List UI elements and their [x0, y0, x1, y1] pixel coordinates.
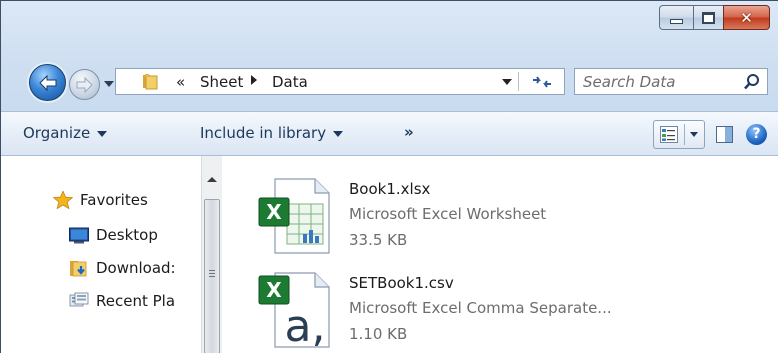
nav-item-favorites[interactable]: Favorites [53, 191, 148, 209]
view-divider [684, 124, 685, 145]
file-type: Microsoft Excel Worksheet [349, 205, 547, 223]
nav-item-desktop[interactable]: Desktop [69, 226, 158, 244]
search-input[interactable] [583, 71, 733, 92]
excel-csv-icon: a, X [258, 272, 330, 350]
refresh-icon [533, 75, 551, 88]
nav-pane-scrollbar[interactable] [201, 156, 222, 353]
grip-line [209, 270, 215, 271]
search-box[interactable] [574, 68, 768, 95]
nav-item-downloads[interactable]: Download: [69, 259, 176, 277]
include-in-library-label: Include in library [200, 124, 327, 142]
maximize-button[interactable] [693, 5, 723, 30]
file-name: SETBook1.csv [349, 274, 454, 292]
file-item-book1-xlsx[interactable]: X Book1.xlsx Microsoft Excel Worksheet 3… [257, 176, 757, 256]
view-options-dropdown[interactable] [690, 132, 698, 137]
nav-item-label: Desktop [96, 226, 158, 244]
navigation-pane: Favorites Desktop Download: Recent Pla [1, 156, 201, 353]
desktop-icon [69, 227, 89, 244]
refresh-button[interactable] [524, 71, 560, 92]
recent-places-icon [69, 292, 89, 307]
address-divider [518, 72, 519, 91]
file-size: 33.5 KB [349, 231, 408, 249]
more-commands-button[interactable]: » [404, 123, 414, 141]
breadcrumb-data[interactable]: Data [272, 73, 308, 91]
address-history-dropdown[interactable] [502, 79, 512, 85]
nav-item-label: Download: [96, 259, 176, 277]
file-name: Book1.xlsx [349, 180, 431, 198]
chevron-down-icon [97, 131, 108, 137]
forward-button[interactable] [69, 69, 100, 100]
maximize-icon [702, 11, 715, 24]
grip-line [209, 276, 215, 277]
file-list: X Book1.xlsx Microsoft Excel Worksheet 3… [227, 156, 778, 353]
file-size: 1.10 KB [349, 325, 408, 343]
recent-pages-dropdown[interactable] [104, 81, 114, 87]
command-bar: Organize Include in library » ? [1, 111, 778, 156]
back-button[interactable] [29, 64, 66, 101]
file-type: Microsoft Excel Comma Separate... [349, 299, 612, 317]
include-in-library-button[interactable]: Include in library [200, 124, 344, 142]
grip-line [209, 273, 215, 274]
caption-buttons: ✕ [659, 5, 770, 34]
organize-label: Organize [23, 124, 91, 142]
breadcrumb-chevron-icon[interactable] [251, 75, 257, 85]
downloads-folder-icon [70, 261, 87, 277]
help-button[interactable]: ? [746, 124, 767, 145]
minimize-icon [670, 18, 683, 24]
search-icon[interactable] [743, 73, 761, 91]
close-icon: ✕ [740, 8, 753, 27]
nav-item-label: Recent Pla [96, 292, 176, 310]
close-button[interactable]: ✕ [723, 5, 770, 30]
svg-text:a,: a, [285, 301, 326, 350]
svg-text:X: X [266, 200, 282, 224]
explorer-window: ✕ « Sheet Data Search Data Organize Incl… [0, 0, 778, 353]
breadcrumb-sheet[interactable]: Sheet [200, 73, 243, 91]
star-icon [53, 191, 73, 209]
back-arrow-icon [38, 74, 56, 91]
minimize-button[interactable] [659, 5, 693, 30]
svg-text:X: X [266, 278, 282, 302]
excel-worksheet-icon: X [258, 178, 330, 254]
breadcrumb-overflow[interactable]: « [176, 73, 185, 91]
folder-icon [143, 74, 158, 90]
change-view-button[interactable] [653, 120, 705, 149]
chevron-down-icon [333, 131, 344, 137]
forward-arrow-icon [76, 76, 93, 93]
nav-item-recent-places[interactable]: Recent Pla [69, 292, 175, 310]
file-item-setbook1-csv[interactable]: a, X SETBook1.csv Microsoft Excel Comma … [257, 270, 757, 350]
preview-pane-icon[interactable] [716, 126, 733, 143]
address-bar[interactable]: « Sheet Data [115, 68, 565, 95]
nav-item-label: Favorites [80, 191, 148, 209]
scrollbar-thumb[interactable] [204, 199, 220, 353]
scroll-up-arrow-icon[interactable] [207, 177, 217, 182]
organize-button[interactable]: Organize [23, 124, 108, 142]
view-details-icon [660, 126, 678, 143]
